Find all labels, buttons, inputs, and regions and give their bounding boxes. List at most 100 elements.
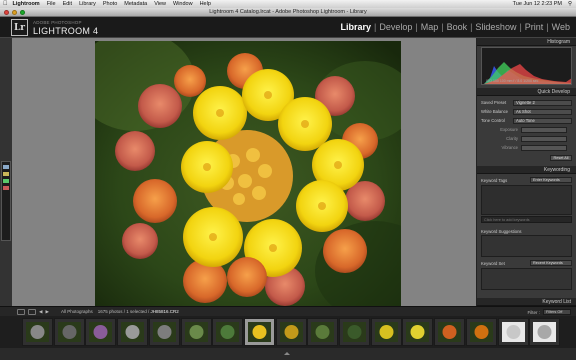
brand-name: LIGHTROOM 4 xyxy=(33,26,99,36)
tone-control-row: Tone Control Auto Tone xyxy=(481,116,572,125)
filmstrip-toolbar: ◀ ▶ All Photographs 1675 photos / 1 sele… xyxy=(0,306,576,316)
filmstrip-thumbnail[interactable] xyxy=(53,318,85,346)
menu-library[interactable]: Library xyxy=(79,1,96,7)
show-filmstrip-toggle[interactable] xyxy=(284,352,290,355)
thumbnail-image xyxy=(216,322,240,342)
menu-metadata[interactable]: Metadata xyxy=(124,1,147,7)
filmstrip-breadcrumb[interactable]: All Photographs 1675 photos / 1 selected… xyxy=(61,309,179,314)
reset-all-button[interactable]: Reset All xyxy=(550,155,572,161)
filmstrip-thumbnail[interactable] xyxy=(275,318,307,346)
keyword-list-title: Keyword List xyxy=(542,298,571,305)
thumbnail-image xyxy=(469,322,493,342)
secondary-window-button[interactable] xyxy=(28,308,36,315)
filmstrip-thumbnail[interactable] xyxy=(434,318,466,346)
keyword-set-row: Keyword Set Recent Keywords xyxy=(481,259,572,267)
clarity-label: Clarity xyxy=(506,136,518,141)
filmstrip-thumbnail[interactable] xyxy=(148,318,180,346)
menu-help[interactable]: Help xyxy=(200,1,211,7)
filmstrip-thumbnail[interactable] xyxy=(212,318,244,346)
exposure-row: Exposure xyxy=(481,125,572,134)
keyword-suggestions-grid[interactable] xyxy=(481,235,572,257)
filmstrip-source[interactable]: All Photographs xyxy=(61,309,93,314)
module-map[interactable]: Map xyxy=(418,22,442,32)
window-title: Lightroom 4 Catalog.lrcat - Adobe Photos… xyxy=(209,9,367,15)
filmstrip[interactable] xyxy=(0,316,576,348)
thumbnail-image xyxy=(501,322,525,342)
keyword-set-grid[interactable] xyxy=(481,268,572,290)
white-balance-select[interactable]: As Shot xyxy=(513,108,572,115)
filmstrip-thumbnail[interactable] xyxy=(529,318,561,346)
menu-extras: Tue Jun 12 2:23 PM ⚲ xyxy=(513,0,572,8)
filter-select[interactable]: Filters Off xyxy=(543,309,571,315)
histogram-header[interactable]: Histogram xyxy=(477,38,576,46)
exposure-adjust-buttons[interactable] xyxy=(521,126,567,133)
thumbnail-image xyxy=(26,322,49,342)
spotlight-icon[interactable]: ⚲ xyxy=(568,1,572,7)
filmstrip-thumbnail[interactable] xyxy=(117,318,149,346)
menu-photo[interactable]: Photo xyxy=(103,1,117,7)
white-balance-label: White Balance xyxy=(481,109,508,114)
keyword-tags-select[interactable]: Enter Keywords xyxy=(530,177,572,183)
quick-develop-header[interactable]: Quick Develop xyxy=(477,88,576,96)
keyword-tags-field[interactable] xyxy=(481,185,572,215)
forward-arrow-icon[interactable]: ▶ xyxy=(45,309,48,315)
keyword-list-header[interactable]: Keyword List xyxy=(477,298,576,306)
module-print[interactable]: Print xyxy=(522,22,547,32)
keyword-tags-row: Keyword Tags Enter Keywords xyxy=(481,176,572,184)
saved-preset-label: Saved Preset xyxy=(481,100,507,105)
main-photo[interactable] xyxy=(95,41,401,306)
apple-menu-icon[interactable]:  xyxy=(3,1,8,7)
left-panel-toggle[interactable] xyxy=(1,161,11,241)
filmstrip-thumbnail[interactable] xyxy=(22,318,53,346)
clock[interactable]: Tue Jun 12 2:23 PM xyxy=(513,1,562,7)
menu-window[interactable]: Window xyxy=(173,1,193,7)
panel-icon xyxy=(3,186,9,190)
loupe-view[interactable] xyxy=(12,38,476,306)
thumbnail-image xyxy=(406,322,430,342)
menu-edit[interactable]: Edit xyxy=(63,1,72,7)
thumbnail-image xyxy=(438,322,462,342)
filmstrip-thumbnail[interactable] xyxy=(402,318,434,346)
filmstrip-thumbnail[interactable] xyxy=(307,318,339,346)
filmstrip-thumbnail[interactable] xyxy=(180,318,212,346)
keyword-set-select[interactable]: Recent Keywords xyxy=(530,260,572,266)
mac-menu-bar:  Lightroom File Edit Library Photo Meta… xyxy=(0,0,576,8)
filmstrip-thumbnail[interactable] xyxy=(370,318,402,346)
thumbnail-image xyxy=(374,322,398,342)
filmstrip-thumbnail[interactable] xyxy=(465,318,497,346)
histogram-info: ISO 100 100 mm f / 8.0 1/200 sec xyxy=(486,79,539,83)
white-balance-row: White Balance As Shot xyxy=(481,107,572,116)
module-web[interactable]: Web xyxy=(549,22,573,32)
module-book[interactable]: Book xyxy=(444,22,471,32)
histogram[interactable]: ISO 100 100 mm f / 8.0 1/200 sec xyxy=(481,47,572,85)
menu-file[interactable]: File xyxy=(47,1,56,7)
filmstrip-thumbnail-selected[interactable] xyxy=(243,318,275,346)
menu-app[interactable]: Lightroom xyxy=(13,1,40,7)
module-library[interactable]: Library xyxy=(337,22,374,32)
saved-preset-select[interactable]: Vignette 2 xyxy=(513,99,572,106)
left-panel-collapsed[interactable] xyxy=(0,38,12,306)
vibrance-adjust-buttons[interactable] xyxy=(521,144,567,151)
module-slideshow[interactable]: Slideshow xyxy=(472,22,519,32)
exposure-label: Exposure xyxy=(500,127,518,132)
filmstrip-thumbnail[interactable] xyxy=(497,318,529,346)
keywording-header[interactable]: Keywording xyxy=(477,166,576,174)
quick-develop-panel: Saved Preset Vignette 2 White Balance As… xyxy=(477,96,576,163)
filmstrip-thumbnail[interactable] xyxy=(339,318,370,346)
filmstrip-thumbnail[interactable] xyxy=(85,318,117,346)
panel-icon xyxy=(3,179,9,183)
auto-tone-button[interactable]: Auto Tone xyxy=(513,117,572,124)
filmstrip-count: 1675 photos / 1 selected / xyxy=(97,309,150,314)
thumbnail-image xyxy=(57,322,81,342)
module-develop[interactable]: Develop xyxy=(376,22,415,32)
menu-view[interactable]: View xyxy=(154,1,166,7)
histogram-title: Histogram xyxy=(547,38,570,45)
vibrance-row: Vibrance xyxy=(481,143,572,152)
thumbnail-image xyxy=(184,322,208,342)
clarity-adjust-buttons[interactable] xyxy=(521,135,567,142)
back-arrow-icon[interactable]: ◀ xyxy=(39,309,42,315)
grid-view-button[interactable] xyxy=(17,308,25,315)
filter-control: Filter : Filters Off xyxy=(527,309,571,315)
add-keywords-input[interactable]: Click here to add keywords xyxy=(481,216,572,223)
identity-plate: Lr ADOBE PHOTOSHOP LIGHTROOM 4 Library |… xyxy=(0,17,576,38)
